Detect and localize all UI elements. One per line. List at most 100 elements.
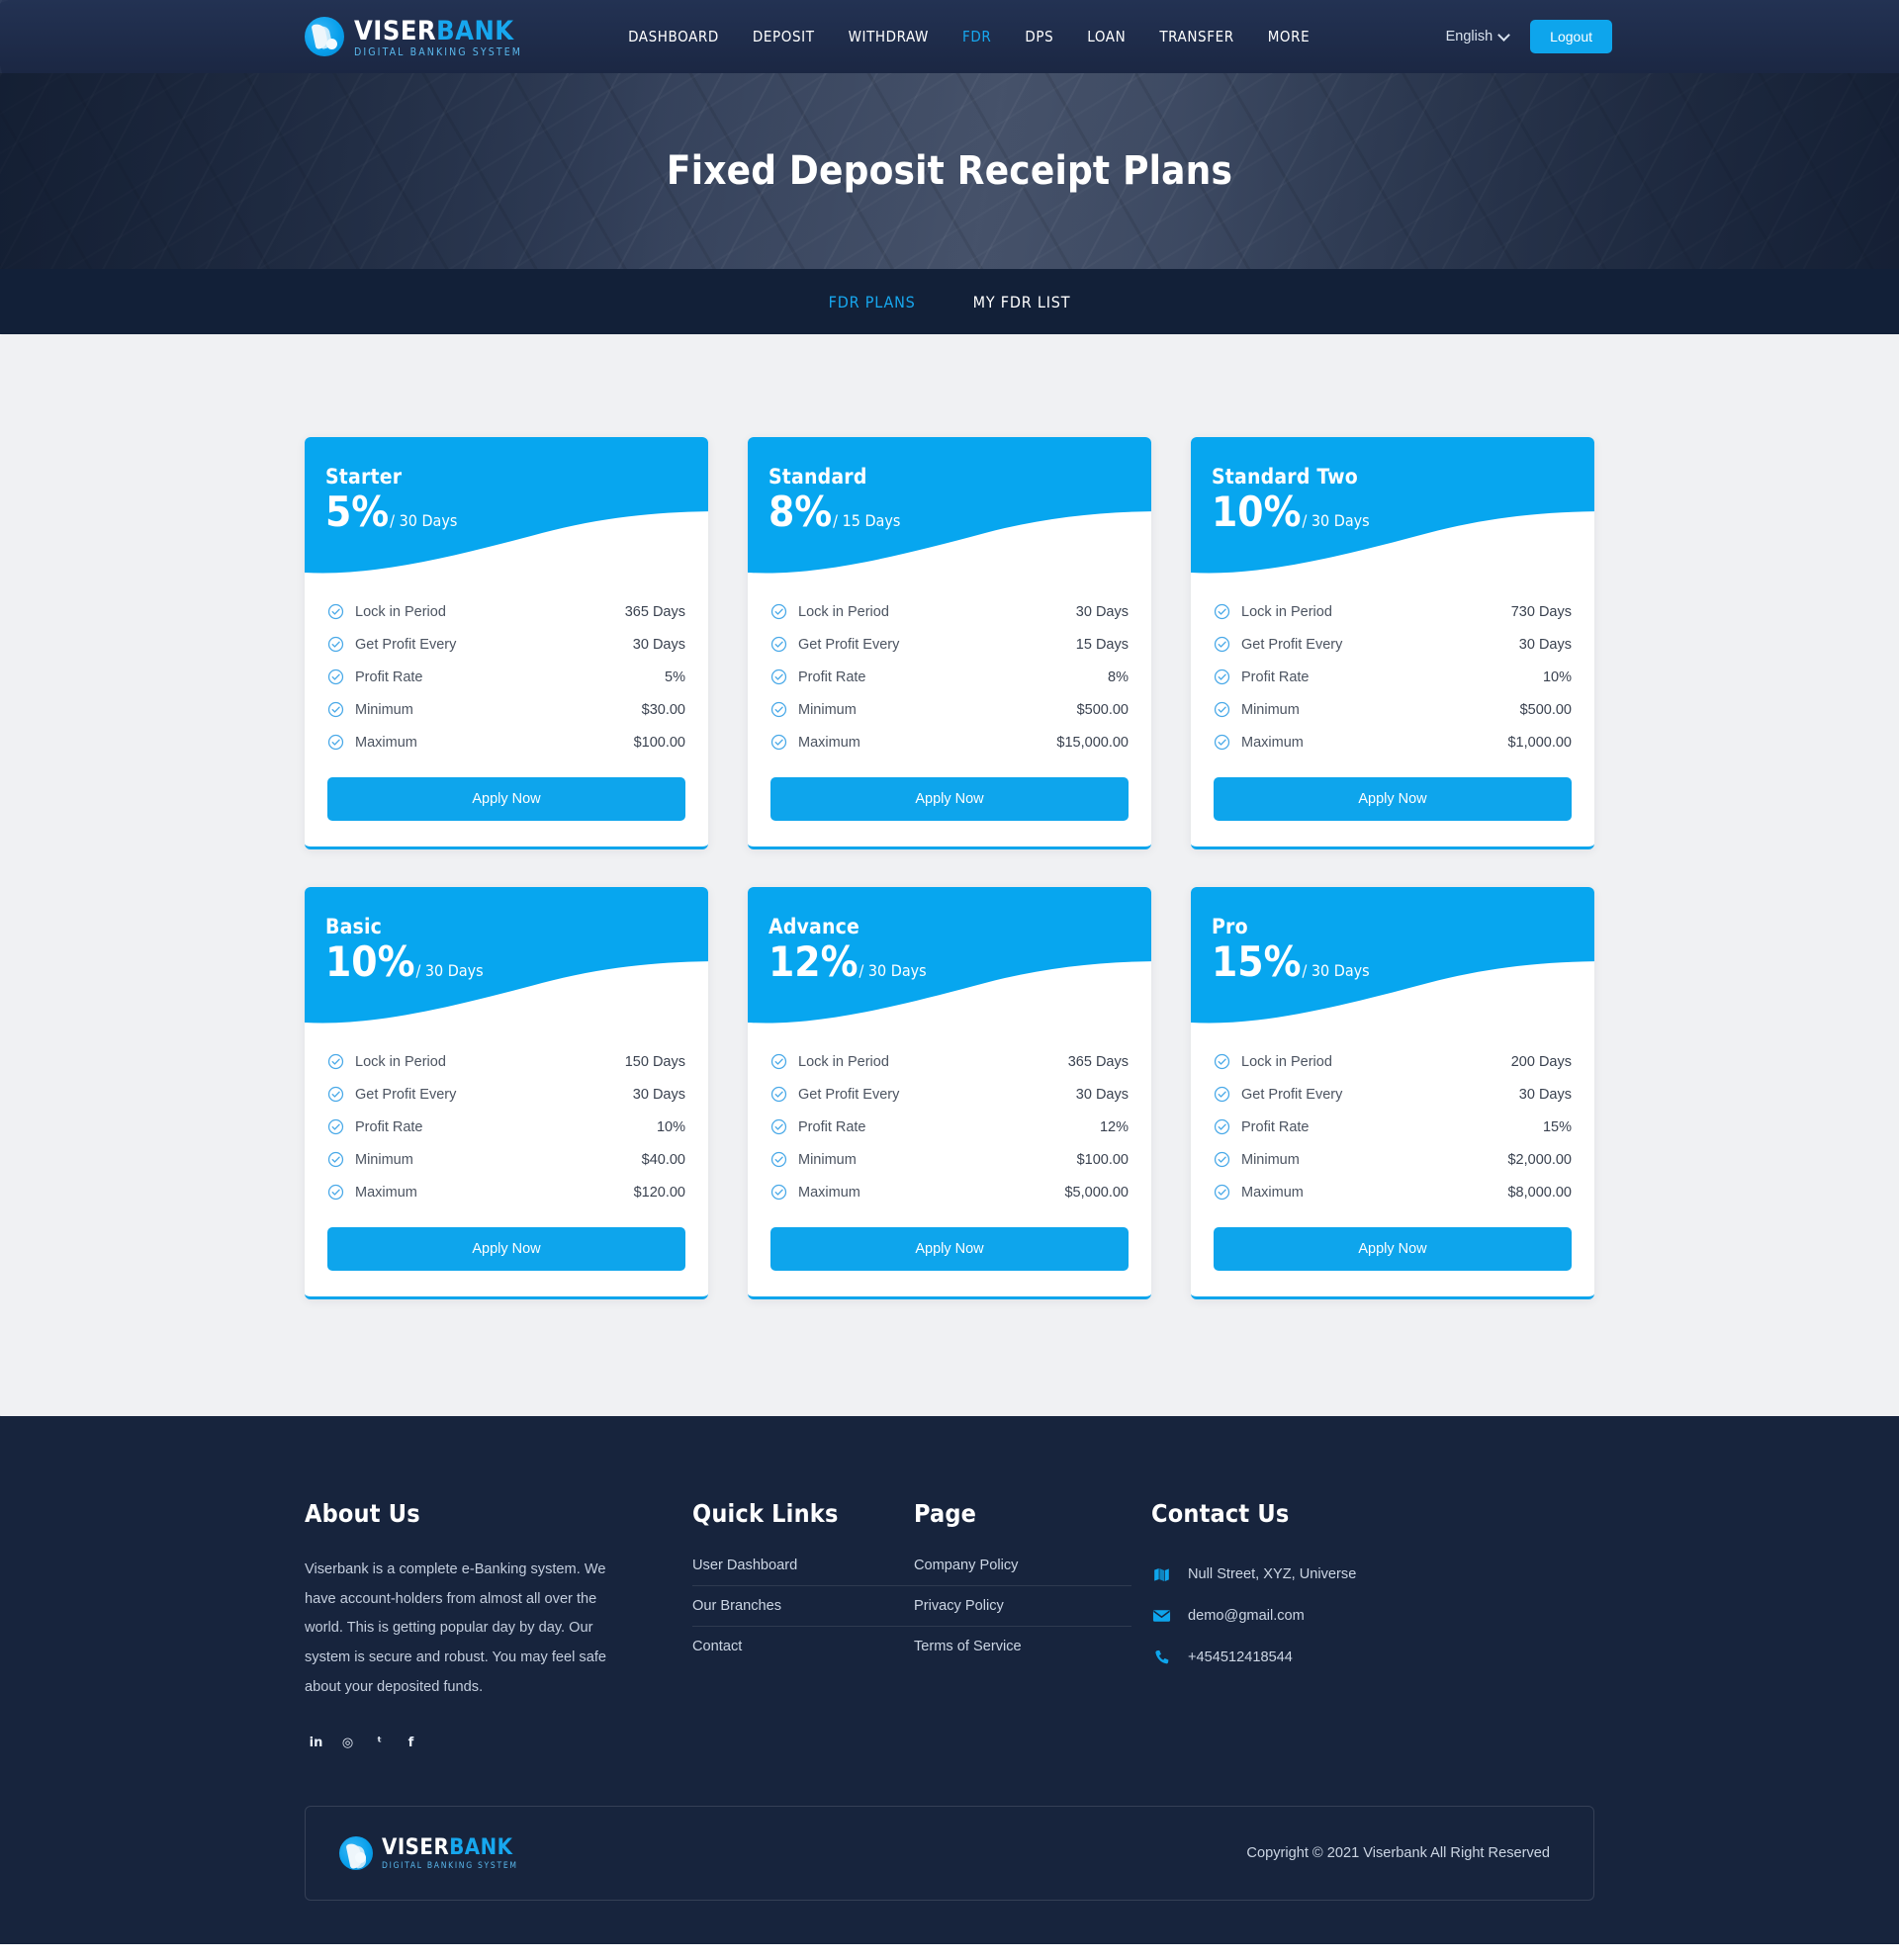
footer-link-user-dashboard[interactable]: User Dashboard [692,1556,914,1586]
plan-feature-label: Minimum [798,1151,857,1168]
apply-now-button[interactable]: Apply Now [770,777,1129,821]
plan-feature-value: $30.00 [641,701,685,718]
check-circle-icon [1214,1184,1230,1201]
nav-item-dashboard[interactable]: DASHBOARD [611,28,736,45]
plan-feature-value: 30 Days [632,636,685,653]
instagram-icon[interactable]: ◎ [336,1732,359,1754]
footer-quick-title: Quick Links [692,1499,839,1528]
footer-link-contact[interactable]: Contact [692,1627,914,1666]
plan-name: Starter [325,465,403,489]
check-circle-icon [770,1118,787,1135]
plan-feature-label: Get Profit Every [355,636,457,653]
check-circle-icon [327,1086,344,1103]
twitter-icon[interactable]: ᵗ [368,1732,391,1754]
plan-feature-value: 12% [1099,1118,1129,1135]
plan-feature-list: Lock in Period 730 Days Get Profit Every 30… [1191,581,1594,758]
plan-feature-label: Profit Rate [798,1118,866,1135]
nav-item-transfer[interactable]: TRANSFER [1142,28,1250,45]
plan-card: Standard Two 10%/ 30 Days Lock in Period 73… [1191,437,1594,849]
footer-link-terms-of-service[interactable]: Terms of Service [914,1627,1131,1666]
plan-feature-row: Lock in Period 365 Days [770,1045,1129,1078]
language-label: English [1445,29,1493,45]
plan-feature-value: $500.00 [1519,701,1572,718]
check-circle-icon [327,1184,344,1201]
plan-feature-row: Maximum $15,000.00 [770,726,1129,758]
footer-about-title: About Us [305,1499,420,1528]
check-circle-icon [1214,1151,1230,1168]
nav-item-more[interactable]: MORE [1251,28,1327,45]
plan-feature-row: Maximum $8,000.00 [1214,1176,1572,1208]
apply-now-button[interactable]: Apply Now [327,1227,685,1271]
footer-about-text: Viserbank is a complete e-Banking system… [305,1561,607,1695]
footer-link-privacy-policy[interactable]: Privacy Policy [914,1586,1131,1627]
check-circle-icon [1214,636,1230,653]
plan-card: Basic 10%/ 30 Days Lock in Period 150 Days G… [305,887,708,1299]
page-title: Fixed Deposit Receipt Plans [666,148,1233,194]
contact-row: demo@gmail.com [1151,1597,1594,1639]
plan-feature-row: Lock in Period 30 Days [770,595,1129,628]
footer-link-company-policy[interactable]: Company Policy [914,1556,1131,1586]
plan-feature-value: 8% [1108,668,1129,685]
nav-item-loan[interactable]: LOAN [1070,28,1142,45]
viserbank-logo-icon [305,17,344,56]
copyright-bar: VISERBANK DIGITAL BANKING SYSTEM Copyrig… [305,1806,1594,1902]
contact-row: +454512418544 [1151,1639,1594,1680]
footer-page-title: Page [914,1499,977,1528]
footer-quick-links: Quick Links User Dashboard Our Branches Co… [692,1499,914,1754]
nav-item-deposit[interactable]: DEPOSIT [736,28,832,45]
facebook-icon[interactable]: f [400,1732,422,1754]
plan-feature-value: 150 Days [624,1053,685,1070]
footer-contact-title: Contact Us [1151,1499,1290,1528]
nav-item-dps[interactable]: DPS [1008,28,1070,45]
plan-feature-row: Minimum $500.00 [770,693,1129,726]
check-circle-icon [770,636,787,653]
plan-card-header: Starter 5%/ 30 Days [305,437,708,582]
plan-feature-value: $40.00 [641,1151,685,1168]
plan-feature-label: Profit Rate [1241,1118,1310,1135]
nav-item-fdr[interactable]: FDR [946,28,1008,45]
plan-rate: 10%/ 30 Days [1212,491,1594,533]
footer-brand-logo[interactable]: VISERBANK DIGITAL BANKING SYSTEM [339,1835,518,1871]
nav-item-withdraw[interactable]: WITHDRAW [832,28,946,45]
plan-card-footer: Apply Now [748,758,1151,846]
apply-now-button[interactable]: Apply Now [770,1227,1129,1271]
linkedin-icon[interactable]: in [305,1732,327,1754]
plan-feature-value: 365 Days [624,603,685,620]
check-circle-icon [1214,1053,1230,1070]
plan-card-header: Advance 12%/ 30 Days [748,887,1151,1032]
plan-feature-row: Maximum $1,000.00 [1214,726,1572,758]
plan-feature-value: 365 Days [1067,1053,1129,1070]
tab-fdr-plans[interactable]: FDR PLANS [829,293,916,312]
brand-logo[interactable]: VISERBANK DIGITAL BANKING SYSTEM [305,16,522,58]
plan-feature-row: Maximum $100.00 [327,726,685,758]
plan-feature-value: 730 Days [1510,603,1572,620]
check-circle-icon [1214,603,1230,620]
language-selector[interactable]: English [1445,28,1511,45]
plan-feature-row: Minimum $500.00 [1214,693,1572,726]
apply-now-button[interactable]: Apply Now [327,777,685,821]
logout-button[interactable]: Logout [1530,20,1612,53]
plan-feature-row: Minimum $100.00 [770,1143,1129,1176]
plan-feature-row: Profit Rate 5% [327,661,685,693]
apply-now-button[interactable]: Apply Now [1214,777,1572,821]
plan-feature-row: Profit Rate 10% [1214,661,1572,693]
plan-feature-row: Maximum $120.00 [327,1176,685,1208]
tab-my-fdr-list[interactable]: MY FDR LIST [973,293,1071,312]
brand-tagline: DIGITAL BANKING SYSTEM [354,45,523,58]
plan-feature-label: Minimum [1241,1151,1300,1168]
main-nav: DASHBOARD DEPOSIT WITHDRAW FDR DPS LOAN TRANSF… [611,28,1326,45]
plan-feature-value: $15,000.00 [1056,734,1129,751]
check-circle-icon [1214,734,1230,751]
plan-feature-value: 15 Days [1075,636,1129,653]
plan-name: Standard [769,465,867,489]
footer-brand-part2: BANK [449,1835,513,1861]
section-tabs: FDR PLANS MY FDR LIST [0,269,1899,334]
plan-card: Pro 15%/ 30 Days Lock in Period 200 Days Get… [1191,887,1594,1299]
brand-title-part2: BANK [436,15,514,46]
apply-now-button[interactable]: Apply Now [1214,1227,1572,1271]
check-circle-icon [770,1184,787,1201]
plan-feature-row: Lock in Period 365 Days [327,595,685,628]
hero-banner: Fixed Deposit Receipt Plans [0,73,1899,269]
plan-feature-value: $1,000.00 [1507,734,1572,751]
footer-link-our-branches[interactable]: Our Branches [692,1586,914,1627]
